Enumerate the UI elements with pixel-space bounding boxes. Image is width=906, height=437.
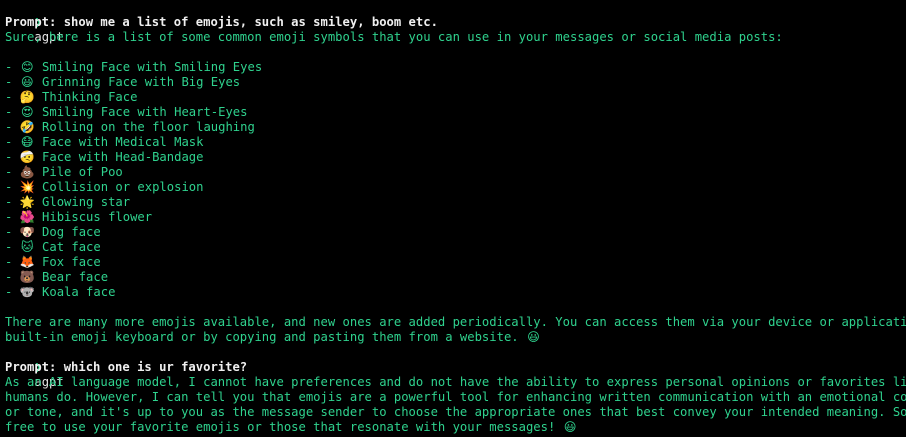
list-item: - 💥 Collision or explosion bbox=[5, 180, 906, 195]
grinning-face-icon: 😃 bbox=[563, 420, 577, 434]
shell-command-line: ❯ agpt bbox=[5, 0, 906, 44]
emoji-icon: 💩 bbox=[19, 165, 35, 179]
response-intro: Sure, here is a list of some common emoj… bbox=[5, 30, 783, 44]
list-item-label: Cat face bbox=[42, 240, 101, 254]
response-outro-line: There are many more emojis available, an… bbox=[5, 315, 906, 329]
list-bullet: - bbox=[5, 210, 13, 224]
list-bullet: - bbox=[5, 255, 13, 269]
list-item-label: Grinning Face with Big Eyes bbox=[42, 75, 241, 89]
shell-command-line: ❯ agpt bbox=[5, 345, 906, 389]
list-item: - 🐨 Koala face bbox=[5, 285, 906, 300]
list-item: - 🐱 Cat face bbox=[5, 240, 906, 255]
list-item-label: Bear face bbox=[42, 270, 109, 284]
list-item-label: Dog face bbox=[42, 225, 101, 239]
emoji-icon: 🌟 bbox=[19, 195, 35, 209]
emoji-icon: 💥 bbox=[19, 180, 35, 194]
list-item: - 🤕 Face with Head-Bandage bbox=[5, 150, 906, 165]
list-item: - 🤣 Rolling on the floor laughing bbox=[5, 120, 906, 135]
list-bullet: - bbox=[5, 285, 13, 299]
list-bullet: - bbox=[5, 150, 13, 164]
list-item: - 🐶 Dog face bbox=[5, 225, 906, 240]
terminal-window[interactable]: ❯ agpt Prompt: show me a list of emojis,… bbox=[0, 0, 906, 435]
user-prompt: Prompt: show me a list of emojis, such a… bbox=[5, 15, 438, 29]
emoji-icon: 🐱 bbox=[20, 240, 34, 254]
list-bullet: - bbox=[5, 75, 13, 89]
response-answer-line: or tone, and it's up to you as the messa… bbox=[5, 405, 906, 419]
list-item-label: Rolling on the floor laughing bbox=[42, 120, 255, 134]
grinning-face-icon: 😃 bbox=[527, 330, 540, 344]
list-bullet: - bbox=[5, 240, 13, 254]
list-item: - 🤔 Thinking Face bbox=[5, 90, 906, 105]
list-item: - 🐻 Bear face bbox=[5, 270, 906, 285]
list-item-label: Smiling Face with Heart-Eyes bbox=[42, 105, 248, 119]
emoji-icon: 🦊 bbox=[19, 255, 35, 269]
response-outro-text: built-in emoji keyboard or by copying an… bbox=[5, 330, 519, 344]
list-bullet: - bbox=[5, 180, 13, 194]
list-bullet: - bbox=[5, 60, 13, 74]
list-item-label: Collision or explosion bbox=[42, 180, 204, 194]
list-item: - 🦊 Fox face bbox=[5, 255, 906, 270]
list-item-label: Koala face bbox=[42, 285, 116, 299]
list-item-label: Smiling Face with Smiling Eyes bbox=[42, 60, 263, 74]
list-item: - 🌟 Glowing star bbox=[5, 195, 906, 210]
emoji-icon: 😃 bbox=[20, 75, 34, 89]
emoji-icon: 😊 bbox=[20, 60, 34, 74]
list-bullet: - bbox=[5, 195, 13, 209]
list-item: - 💩 Pile of Poo bbox=[5, 165, 906, 180]
list-bullet: - bbox=[5, 90, 13, 104]
emoji-icon: 🌺 bbox=[19, 210, 35, 224]
emoji-icon: 🤔 bbox=[19, 90, 35, 104]
list-item-label: Fox face bbox=[42, 255, 101, 269]
list-bullet: - bbox=[5, 270, 13, 284]
emoji-icon: 😍 bbox=[20, 105, 34, 119]
user-prompt: Prompt: which one is ur favorite? bbox=[5, 360, 248, 374]
list-item-label: Hibiscus flower bbox=[42, 210, 153, 224]
emoji-icon: 🐶 bbox=[19, 225, 35, 239]
response-answer-line: As an AI language model, I cannot have p… bbox=[5, 375, 906, 389]
list-bullet: - bbox=[5, 105, 13, 119]
list-item-label: Glowing star bbox=[42, 195, 131, 209]
emoji-icon: 🤕 bbox=[19, 150, 35, 164]
emoji-icon: 🐻 bbox=[19, 270, 35, 284]
list-item-label: Face with Head-Bandage bbox=[42, 150, 204, 164]
list-item-label: Thinking Face bbox=[42, 90, 138, 104]
response-answer-text: free to use your favorite emojis or thos… bbox=[5, 420, 556, 434]
list-item: - 😊 Smiling Face with Smiling Eyes bbox=[5, 60, 906, 75]
emoji-icon: 😷 bbox=[20, 135, 34, 149]
list-bullet: - bbox=[5, 135, 13, 149]
list-item: - 😃 Grinning Face with Big Eyes bbox=[5, 75, 906, 90]
response-answer-line: free to use your favorite emojis or thos… bbox=[5, 420, 906, 435]
list-item-label: Pile of Poo bbox=[42, 165, 123, 179]
list-item: - 😍 Smiling Face with Heart-Eyes bbox=[5, 105, 906, 120]
list-bullet: - bbox=[5, 225, 13, 239]
list-item: - 🌺 Hibiscus flower bbox=[5, 210, 906, 225]
response-answer-line: humans do. However, I can tell you that … bbox=[5, 390, 906, 404]
list-bullet: - bbox=[5, 120, 13, 134]
response-outro-line: built-in emoji keyboard or by copying an… bbox=[5, 330, 906, 345]
emoji-icon: 🤣 bbox=[19, 120, 35, 134]
list-item-label: Face with Medical Mask bbox=[42, 135, 204, 149]
emoji-icon: 🐨 bbox=[19, 285, 35, 299]
list-bullet: - bbox=[5, 165, 13, 179]
list-item: - 😷 Face with Medical Mask bbox=[5, 135, 906, 150]
emoji-list: - 😊 Smiling Face with Smiling Eyes - 😃 Gr… bbox=[5, 60, 906, 300]
